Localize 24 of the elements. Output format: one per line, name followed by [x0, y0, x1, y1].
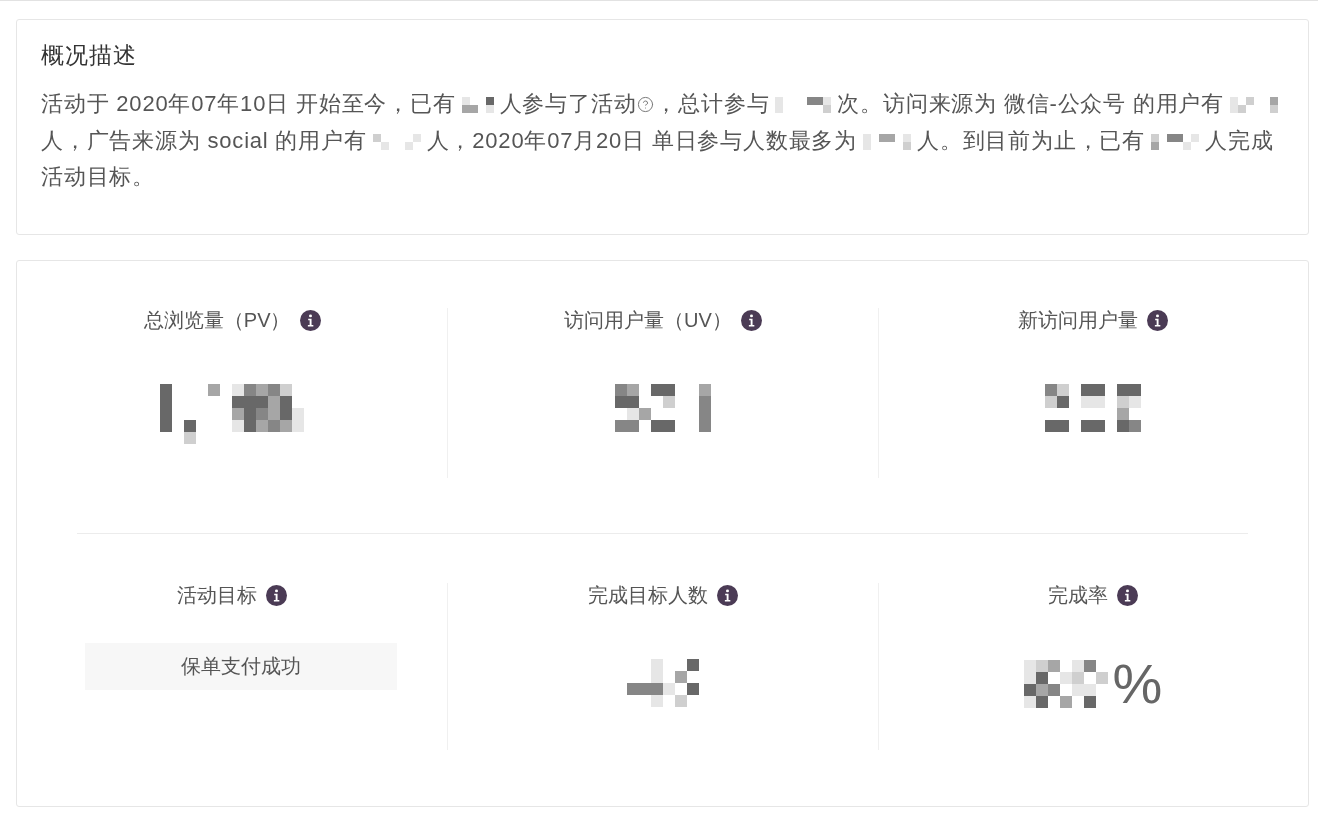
pixelated-value: [627, 659, 699, 707]
help-icon: [637, 96, 655, 113]
mosaic-icon: [372, 133, 421, 150]
goal-value: 保单支付成功: [85, 643, 398, 690]
info-icon: [740, 309, 762, 331]
info-icon: [717, 584, 738, 606]
percent-unit: %: [1112, 659, 1163, 709]
metric-label: 访问用户量（UV）: [564, 308, 732, 332]
metric-label: 活动目标: [177, 583, 258, 607]
info-icon: [1117, 584, 1139, 606]
info-icon: [266, 584, 288, 606]
mosaic-icon: [775, 97, 832, 113]
mosaic-icon: [863, 133, 912, 150]
metric-label: 新访问用户量: [1018, 308, 1139, 332]
section-title: 概况描述: [41, 41, 138, 70]
summary-text: 活动于 2020年07年10日 开始至今，已有 人参与了活动 ，总计参与 次。访问来源为 微信-公众号 的用户有 人，广告来源为 social 的用户有 人，2020年07月20日 单日参与人数最多为 人。到目前为止，已有 人完成活动目标。: [41, 86, 1286, 196]
info-icon: [1147, 309, 1169, 331]
mosaic-icon: [1151, 133, 1200, 150]
mosaic-icon: [461, 97, 494, 113]
metric-label: 完成率: [1048, 583, 1109, 607]
mosaic-icon: [1230, 97, 1279, 113]
metric-label: 完成目标人数: [588, 583, 708, 607]
metric-label: 总浏览量（PV）: [143, 308, 291, 332]
info-icon: [299, 309, 321, 331]
